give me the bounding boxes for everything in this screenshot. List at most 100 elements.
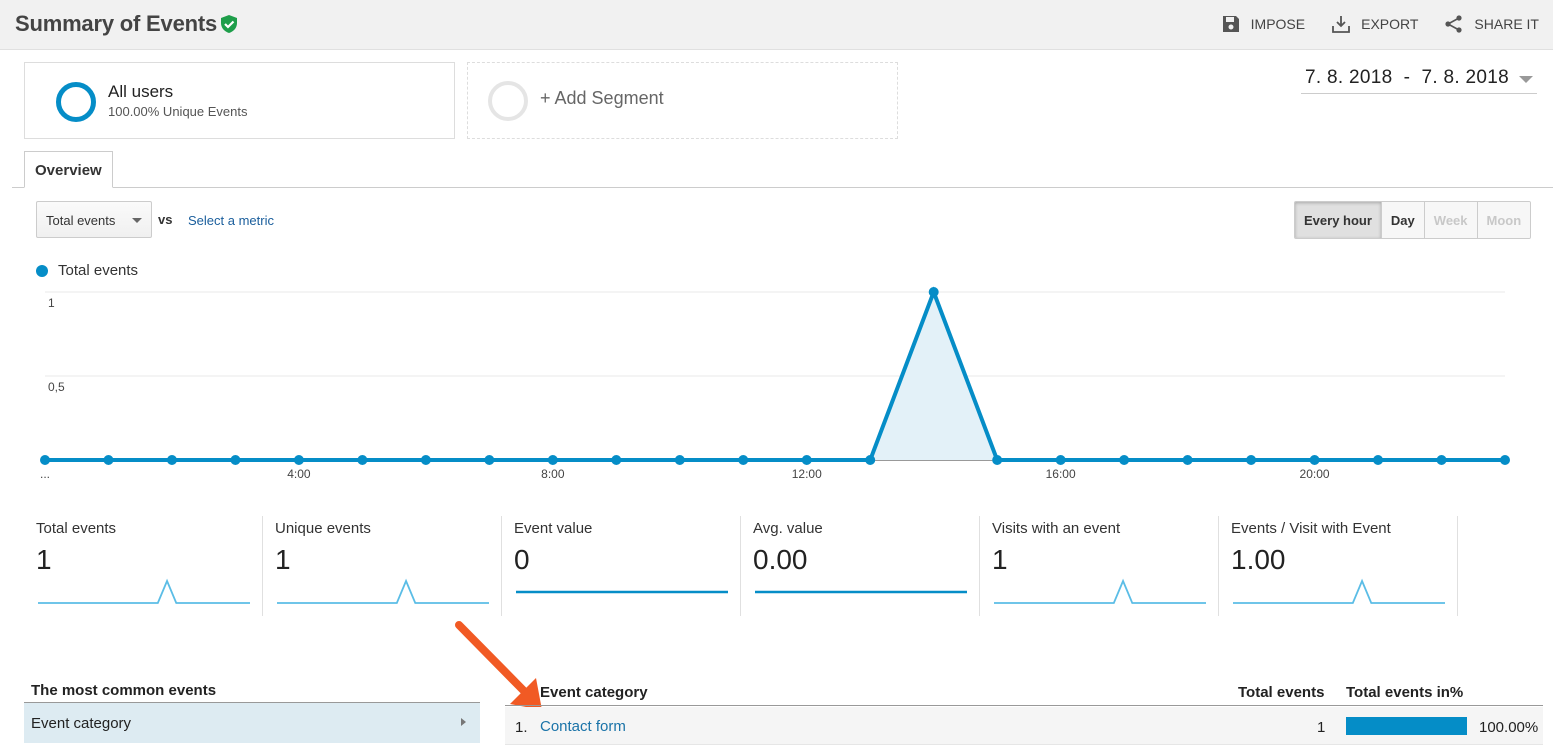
row-index: 1. [515,719,528,736]
sparkline [277,578,489,604]
save-icon [1222,16,1239,32]
data-point [1182,455,1193,465]
data-point [1119,455,1130,465]
data-point [357,455,368,465]
top-bar: Summary of Events IMPOSE EXPORT SHARE IT [0,0,1553,50]
data-point [865,455,876,465]
data-point [40,455,50,465]
chart-legend: Total events [36,262,138,279]
sparkline [516,590,728,594]
scorecard-label: Unique events [275,520,371,537]
header-actions: IMPOSE EXPORT SHARE IT [1221,14,1539,34]
scorecard-value: 1.00 [1231,544,1286,575]
data-point [547,455,558,465]
scorecard-value: 1 [36,544,52,575]
table-header: Event category Total events Total events… [505,682,1543,706]
download-icon [1332,16,1351,33]
scorecard-label: Visits with an event [992,520,1121,537]
export-label: EXPORT [1361,16,1419,32]
row-share-bar [1346,717,1467,735]
data-point [1246,455,1257,465]
scorecard-event-value[interactable]: Event value 0 [502,516,741,616]
scorecard-value: 0 [514,544,530,575]
impose-button[interactable]: IMPOSE [1221,14,1305,34]
scorecard-events-per-visit[interactable]: Events / Visit with Event 1.00 [1219,516,1458,616]
sparkline-path [1233,578,1445,604]
legend-label: Total events [58,262,139,279]
sparkline [994,578,1206,604]
vs-label: vs [158,212,173,227]
data-point [611,455,622,465]
scorecard-avg-value[interactable]: Avg. value 0.00 [741,516,980,616]
select-metric-link[interactable]: Select a metric [188,213,274,228]
data-point [103,455,114,465]
chevron-right-icon [461,718,466,726]
segment-subtext: 100.00% Unique Events [108,104,248,119]
data-point [1500,455,1510,465]
date-range-picker[interactable]: 7. 8. 2018 - 7. 8. 2018 [1301,66,1537,94]
sparkline-path [277,578,489,604]
sparkline-path [994,578,1206,604]
scorecard-label: Total events [36,520,117,537]
granularity-toggle: Every hour Day Week Moon [1294,201,1532,239]
data-point [801,455,812,465]
share-button[interactable]: SHARE IT [1444,14,1539,34]
y-tick-label: 0,5 [48,380,65,394]
x-tick-label: ... [40,467,50,481]
data-point [738,455,749,465]
scorecard-value: 1 [992,544,1008,575]
every-hour-button[interactable]: Every hour [1295,202,1382,238]
sparkline [755,590,967,594]
y-tick-label: 1 [48,296,55,310]
events-chart: 1 0,5... 4:00 8:00 12:00 16:00 20:00 [40,286,1510,481]
scorecard-unique-events[interactable]: Unique events 1 [263,516,502,616]
scorecard-value: 1 [275,544,291,575]
add-segment-button[interactable]: + Add Segment [467,62,898,139]
x-tick-label: 8:00 [541,467,565,481]
metric-dropdown-value: Total events [46,213,116,228]
x-tick-label: 20:00 [1300,467,1330,481]
data-point [1309,455,1320,465]
x-tick-label: 16:00 [1046,467,1076,481]
x-tick-label: 4:00 [287,467,311,481]
header-event-category[interactable]: Event category [540,684,648,701]
data-point [992,455,1003,465]
page-title: Summary of Events [15,11,218,36]
header-total-events[interactable]: Total events [1238,684,1324,701]
tab-overview[interactable]: Overview [24,151,113,188]
common-events-item-event-category[interactable]: Event category [24,703,480,743]
scorecard-total-events[interactable]: Total events 1 [24,516,263,616]
data-point [1373,455,1384,465]
sparkline [38,578,250,604]
export-button[interactable]: EXPORT [1331,14,1418,34]
x-tick-label: 12:00 [792,467,822,481]
data-point [166,455,177,465]
moon-button: Moon [1477,202,1531,238]
header-total-events-pct[interactable]: Total events in% [1346,684,1463,701]
data-point [1436,455,1447,465]
scorecard-label: Event value [514,520,593,537]
week-button: Week [1424,202,1478,238]
day-button[interactable]: Day [1381,202,1425,238]
chevron-down-icon [132,218,142,223]
row-percent: 100.00% [1479,719,1539,736]
data-point [420,455,431,465]
metric-dropdown[interactable]: Total events [36,201,152,238]
share-icon [1445,15,1463,33]
date-range-text: 7. 8. 2018 - 7. 8. 2018 [1305,67,1509,88]
segment-all-users[interactable]: All users 100.00% Unique Events [24,62,455,139]
row-category-link[interactable]: Contact form [540,718,626,735]
segment-name: All users [108,82,174,101]
data-point [674,455,685,465]
chevron-down-icon [1519,76,1533,83]
common-events-item-label: Event category [31,715,132,732]
add-segment-label: + Add Segment [540,88,664,108]
scorecard-visits-with-event[interactable]: Visits with an event 1 [980,516,1219,616]
impose-label: IMPOSE [1250,16,1306,32]
row-total: 1 [1317,719,1326,736]
scorecard-label: Avg. value [753,520,823,537]
sparkline [1233,578,1445,604]
tab-divider [12,187,1553,188]
sparkline-path [38,578,250,604]
data-point [230,455,241,465]
